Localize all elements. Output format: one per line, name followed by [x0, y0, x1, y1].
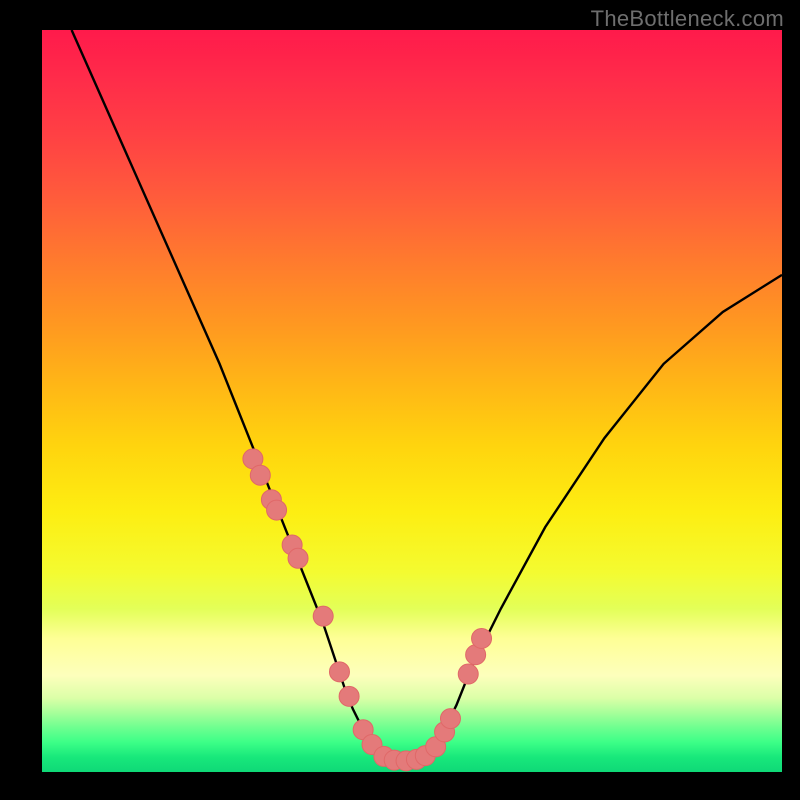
- scatter-dots: [243, 449, 492, 771]
- scatter-dot: [288, 548, 308, 568]
- scatter-dot: [313, 606, 333, 626]
- scatter-dot: [267, 500, 287, 520]
- plot-area: [42, 30, 782, 772]
- scatter-dot: [329, 662, 349, 682]
- watermark-text: TheBottleneck.com: [591, 6, 784, 32]
- chart-frame: TheBottleneck.com: [0, 0, 800, 800]
- curve-overlay: [42, 30, 782, 772]
- scatter-dot: [250, 465, 270, 485]
- scatter-dot: [339, 686, 359, 706]
- bottleneck-curve: [72, 30, 782, 761]
- scatter-dot: [440, 709, 460, 729]
- scatter-dot: [472, 628, 492, 648]
- scatter-dot: [458, 664, 478, 684]
